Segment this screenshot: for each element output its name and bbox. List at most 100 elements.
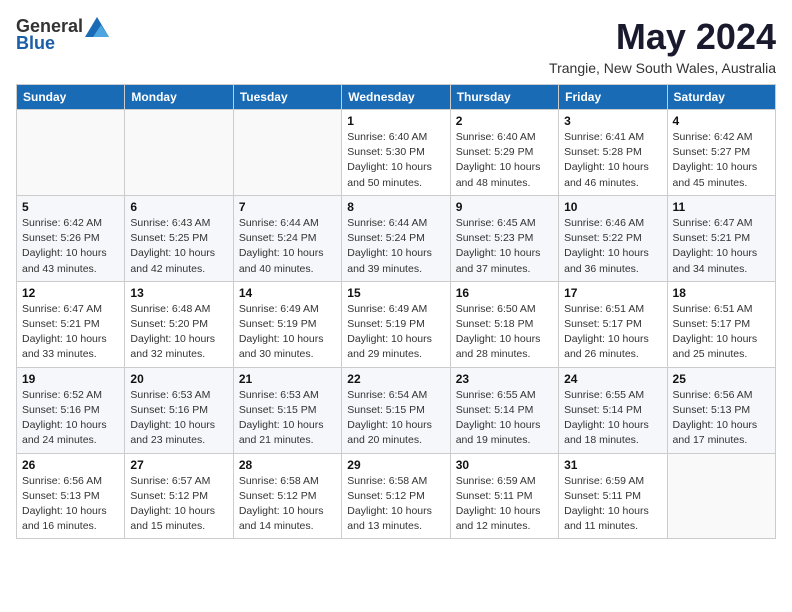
calendar-cell: 25 Sunrise: 6:56 AM Sunset: 5:13 PM Dayli…: [667, 367, 775, 453]
logo-blue-text: Blue: [16, 33, 55, 53]
calendar-cell: 30Sunrise: 6:59 AM Sunset: 5:11 PM Dayli…: [450, 453, 558, 539]
weekday-header-friday: Friday: [559, 85, 667, 110]
day-info: Sunrise: 6:51 AM Sunset: 5:17 PM Dayligh…: [673, 302, 770, 363]
weekday-header-saturday: Saturday: [667, 85, 775, 110]
calendar-cell: 22 Sunrise: 6:54 AM Sunset: 5:15 PM Dayli…: [342, 367, 450, 453]
day-info: Sunrise: 6:54 AM Sunset: 5:15 PM Dayligh…: [347, 388, 444, 449]
header-row: SundayMondayTuesdayWednesdayThursdayFrid…: [17, 85, 776, 110]
day-number: 2: [456, 114, 553, 128]
calendar-cell: 31Sunrise: 6:59 AM Sunset: 5:11 PM Dayli…: [559, 453, 667, 539]
day-info: Sunrise: 6:49 AM Sunset: 5:19 PM Dayligh…: [347, 302, 444, 363]
calendar-week-3: 12Sunrise: 6:47 AM Sunset: 5:21 PM Dayli…: [17, 281, 776, 367]
title-area: May 2024 Trangie, New South Wales, Austr…: [549, 16, 776, 76]
calendar-cell: [17, 110, 125, 196]
day-number: 18: [673, 286, 770, 300]
calendar-cell: 4 Sunrise: 6:42 AM Sunset: 5:27 PM Daylig…: [667, 110, 775, 196]
calendar-week-2: 5 Sunrise: 6:42 AM Sunset: 5:26 PM Daylig…: [17, 195, 776, 281]
calendar-cell: 7Sunrise: 6:44 AM Sunset: 5:24 PM Daylig…: [233, 195, 341, 281]
calendar-body: 1 Sunrise: 6:40 AM Sunset: 5:30 PM Daylig…: [17, 110, 776, 539]
day-number: 6: [130, 200, 227, 214]
day-info: Sunrise: 6:59 AM Sunset: 5:11 PM Dayligh…: [456, 474, 553, 535]
subtitle: Trangie, New South Wales, Australia: [549, 60, 776, 76]
day-info: Sunrise: 6:57 AM Sunset: 5:12 PM Dayligh…: [130, 474, 227, 535]
day-number: 1: [347, 114, 444, 128]
calendar-cell: 28Sunrise: 6:58 AM Sunset: 5:12 PM Dayli…: [233, 453, 341, 539]
day-info: Sunrise: 6:45 AM Sunset: 5:23 PM Dayligh…: [456, 216, 553, 277]
calendar-week-1: 1 Sunrise: 6:40 AM Sunset: 5:30 PM Daylig…: [17, 110, 776, 196]
day-number: 17: [564, 286, 661, 300]
calendar-cell: 23 Sunrise: 6:55 AM Sunset: 5:14 PM Dayli…: [450, 367, 558, 453]
calendar-cell: 16Sunrise: 6:50 AM Sunset: 5:18 PM Dayli…: [450, 281, 558, 367]
day-info: Sunrise: 6:42 AM Sunset: 5:27 PM Dayligh…: [673, 130, 770, 191]
calendar-cell: 12Sunrise: 6:47 AM Sunset: 5:21 PM Dayli…: [17, 281, 125, 367]
calendar-cell: 27 Sunrise: 6:57 AM Sunset: 5:12 PM Dayli…: [125, 453, 233, 539]
calendar-cell: 10 Sunrise: 6:46 AM Sunset: 5:22 PM Dayli…: [559, 195, 667, 281]
page-header: General Blue May 2024 Trangie, New South…: [16, 16, 776, 76]
calendar-cell: [667, 453, 775, 539]
day-info: Sunrise: 6:41 AM Sunset: 5:28 PM Dayligh…: [564, 130, 661, 191]
day-info: Sunrise: 6:53 AM Sunset: 5:16 PM Dayligh…: [130, 388, 227, 449]
logo: General Blue: [16, 16, 109, 54]
calendar-cell: 15 Sunrise: 6:49 AM Sunset: 5:19 PM Dayli…: [342, 281, 450, 367]
calendar-cell: 20 Sunrise: 6:53 AM Sunset: 5:16 PM Dayli…: [125, 367, 233, 453]
day-number: 19: [22, 372, 119, 386]
day-info: Sunrise: 6:59 AM Sunset: 5:11 PM Dayligh…: [564, 474, 661, 535]
day-info: Sunrise: 6:52 AM Sunset: 5:16 PM Dayligh…: [22, 388, 119, 449]
day-number: 20: [130, 372, 227, 386]
day-info: Sunrise: 6:40 AM Sunset: 5:30 PM Dayligh…: [347, 130, 444, 191]
calendar-cell: 14Sunrise: 6:49 AM Sunset: 5:19 PM Dayli…: [233, 281, 341, 367]
day-number: 12: [22, 286, 119, 300]
calendar-cell: [233, 110, 341, 196]
calendar: SundayMondayTuesdayWednesdayThursdayFrid…: [16, 84, 776, 539]
calendar-cell: 1 Sunrise: 6:40 AM Sunset: 5:30 PM Daylig…: [342, 110, 450, 196]
calendar-cell: 26 Sunrise: 6:56 AM Sunset: 5:13 PM Dayli…: [17, 453, 125, 539]
calendar-cell: 18 Sunrise: 6:51 AM Sunset: 5:17 PM Dayli…: [667, 281, 775, 367]
day-number: 3: [564, 114, 661, 128]
day-number: 29: [347, 458, 444, 472]
weekday-header-sunday: Sunday: [17, 85, 125, 110]
day-number: 7: [239, 200, 336, 214]
weekday-header-wednesday: Wednesday: [342, 85, 450, 110]
calendar-cell: 3 Sunrise: 6:41 AM Sunset: 5:28 PM Daylig…: [559, 110, 667, 196]
day-number: 22: [347, 372, 444, 386]
day-number: 23: [456, 372, 553, 386]
calendar-cell: 9 Sunrise: 6:45 AM Sunset: 5:23 PM Daylig…: [450, 195, 558, 281]
day-info: Sunrise: 6:44 AM Sunset: 5:24 PM Dayligh…: [347, 216, 444, 277]
calendar-cell: 11 Sunrise: 6:47 AM Sunset: 5:21 PM Dayli…: [667, 195, 775, 281]
day-info: Sunrise: 6:55 AM Sunset: 5:14 PM Dayligh…: [564, 388, 661, 449]
calendar-header: SundayMondayTuesdayWednesdayThursdayFrid…: [17, 85, 776, 110]
day-number: 10: [564, 200, 661, 214]
weekday-header-monday: Monday: [125, 85, 233, 110]
calendar-week-4: 19 Sunrise: 6:52 AM Sunset: 5:16 PM Dayli…: [17, 367, 776, 453]
day-number: 21: [239, 372, 336, 386]
day-info: Sunrise: 6:55 AM Sunset: 5:14 PM Dayligh…: [456, 388, 553, 449]
day-number: 9: [456, 200, 553, 214]
day-number: 25: [673, 372, 770, 386]
day-info: Sunrise: 6:46 AM Sunset: 5:22 PM Dayligh…: [564, 216, 661, 277]
day-number: 14: [239, 286, 336, 300]
calendar-cell: 29 Sunrise: 6:58 AM Sunset: 5:12 PM Dayli…: [342, 453, 450, 539]
day-number: 5: [22, 200, 119, 214]
day-number: 26: [22, 458, 119, 472]
day-number: 28: [239, 458, 336, 472]
calendar-cell: 2 Sunrise: 6:40 AM Sunset: 5:29 PM Daylig…: [450, 110, 558, 196]
day-number: 15: [347, 286, 444, 300]
day-number: 4: [673, 114, 770, 128]
calendar-cell: 6Sunrise: 6:43 AM Sunset: 5:25 PM Daylig…: [125, 195, 233, 281]
day-info: Sunrise: 6:56 AM Sunset: 5:13 PM Dayligh…: [673, 388, 770, 449]
weekday-header-tuesday: Tuesday: [233, 85, 341, 110]
day-number: 11: [673, 200, 770, 214]
day-info: Sunrise: 6:58 AM Sunset: 5:12 PM Dayligh…: [347, 474, 444, 535]
day-info: Sunrise: 6:42 AM Sunset: 5:26 PM Dayligh…: [22, 216, 119, 277]
calendar-cell: 21 Sunrise: 6:53 AM Sunset: 5:15 PM Dayli…: [233, 367, 341, 453]
day-number: 16: [456, 286, 553, 300]
calendar-cell: 8 Sunrise: 6:44 AM Sunset: 5:24 PM Daylig…: [342, 195, 450, 281]
calendar-cell: [125, 110, 233, 196]
day-info: Sunrise: 6:40 AM Sunset: 5:29 PM Dayligh…: [456, 130, 553, 191]
day-info: Sunrise: 6:53 AM Sunset: 5:15 PM Dayligh…: [239, 388, 336, 449]
day-info: Sunrise: 6:47 AM Sunset: 5:21 PM Dayligh…: [673, 216, 770, 277]
day-info: Sunrise: 6:56 AM Sunset: 5:13 PM Dayligh…: [22, 474, 119, 535]
day-number: 8: [347, 200, 444, 214]
weekday-header-thursday: Thursday: [450, 85, 558, 110]
day-number: 27: [130, 458, 227, 472]
